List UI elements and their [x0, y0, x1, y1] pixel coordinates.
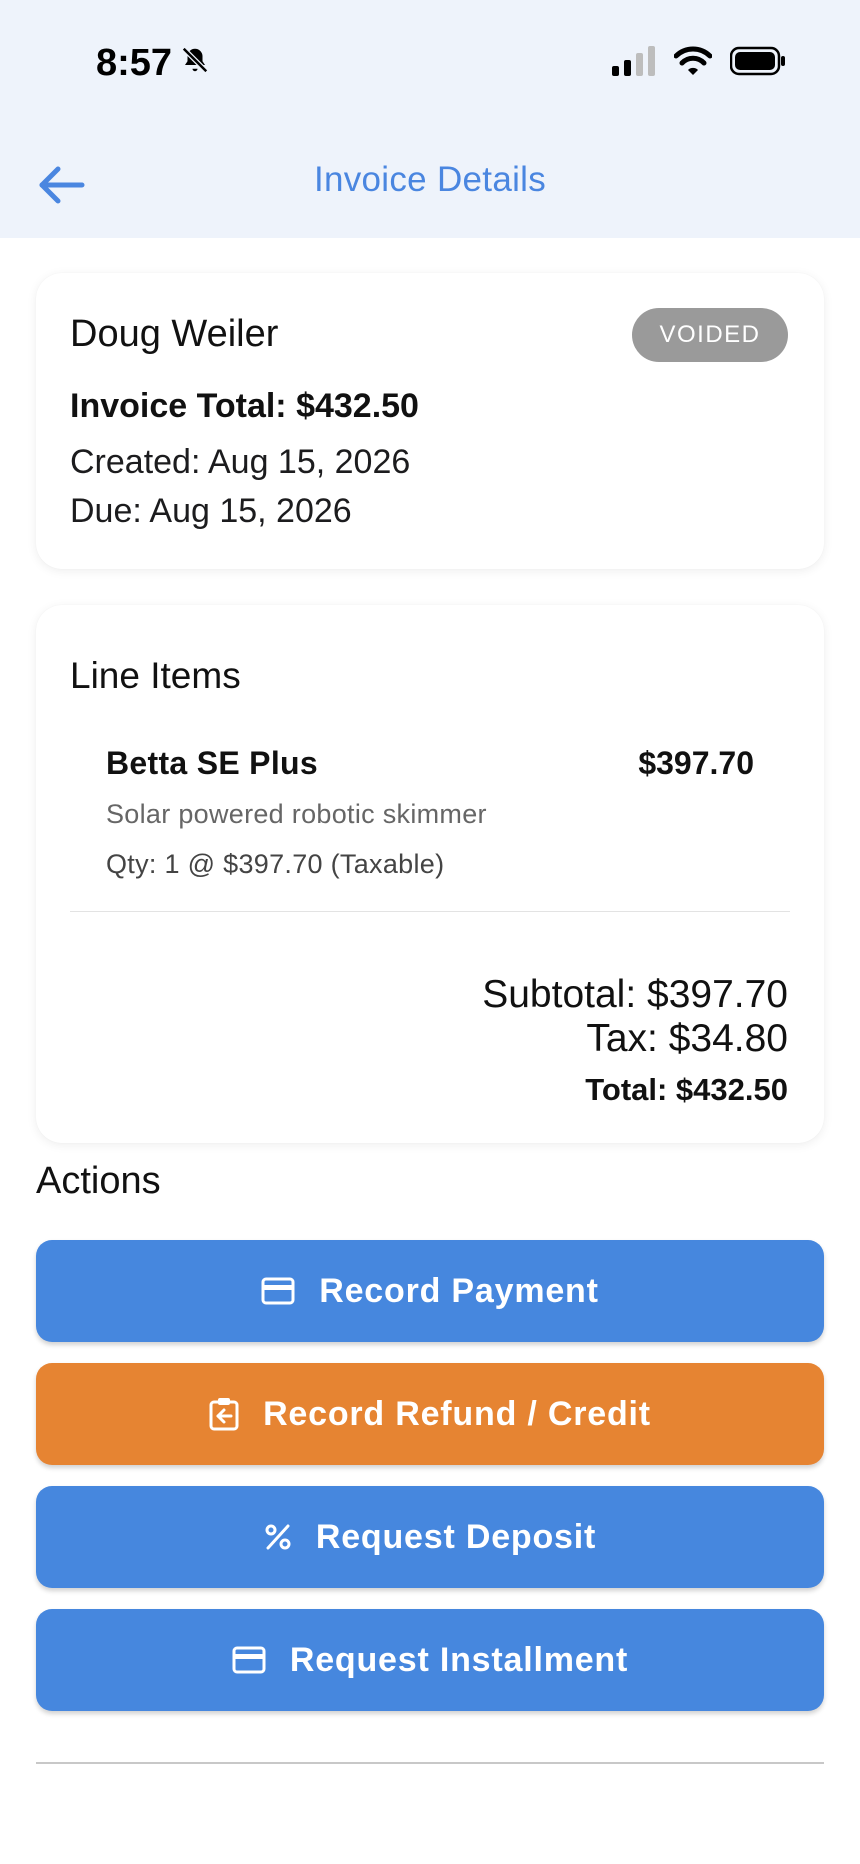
request-installment-label: Request Installment	[289, 1640, 629, 1679]
customer-name: Doug Weiler	[70, 313, 279, 355]
percent-icon	[264, 1523, 292, 1551]
actions-heading: Actions	[36, 1160, 161, 1202]
request-deposit-button[interactable]: Request Deposit	[36, 1486, 824, 1588]
line-item-quantity: Qty: 1 @ $397.70 (Taxable)	[106, 849, 445, 879]
request-installment-button[interactable]: Request Installment	[36, 1609, 824, 1711]
refund-clipboard-icon	[209, 1397, 239, 1431]
status-bar-time: 8:57	[96, 42, 210, 85]
bottom-divider	[36, 1762, 824, 1764]
line-item-name: Betta SE Plus	[106, 745, 318, 781]
record-refund-credit-button[interactable]: Record Refund / Credit	[36, 1363, 824, 1465]
request-deposit-label: Request Deposit	[315, 1517, 597, 1556]
divider	[70, 911, 790, 912]
wifi-icon	[673, 46, 713, 81]
bell-muted-icon	[180, 42, 210, 85]
credit-card-icon	[261, 1277, 295, 1305]
app-header: 8:57 Invoice Details	[0, 0, 860, 238]
record-refund-label: Record Refund / Credit	[263, 1394, 651, 1433]
grand-total: Total: $432.50	[585, 1072, 788, 1107]
tax: Tax: $34.80	[586, 1017, 788, 1060]
line-items-heading: Line Items	[70, 655, 241, 696]
line-item-price: $397.70	[638, 745, 754, 781]
battery-icon	[729, 46, 786, 81]
record-payment-label: Record Payment	[319, 1271, 599, 1310]
invoice-total: Invoice Total: $432.50	[70, 387, 419, 425]
cellular-signal-icon	[612, 46, 656, 81]
status-badge: VOIDED	[632, 308, 788, 362]
status-bar-indicators	[612, 46, 786, 81]
line-item-description: Solar powered robotic skimmer	[106, 799, 487, 829]
due-date: Due: Aug 15, 2026	[70, 492, 352, 530]
invoice-summary-card: Doug Weiler VOIDED Invoice Total: $432.5…	[36, 273, 824, 569]
credit-card-icon	[232, 1646, 266, 1674]
page-title: Invoice Details	[313, 160, 547, 199]
created-date: Created: Aug 15, 2026	[70, 443, 411, 481]
subtotal: Subtotal: $397.70	[482, 973, 788, 1016]
clock-text: 8:57	[96, 42, 173, 84]
line-items-card: Line Items Betta SE Plus $397.70 Solar p…	[36, 605, 824, 1143]
record-payment-button[interactable]: Record Payment	[36, 1240, 824, 1342]
